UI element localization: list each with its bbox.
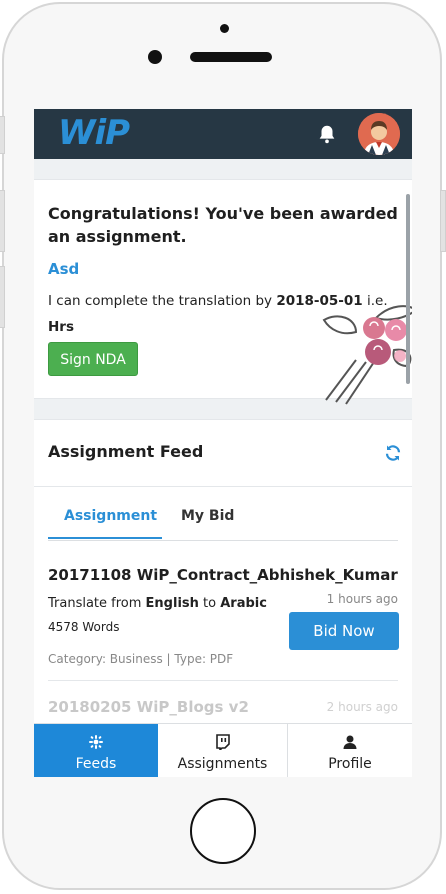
app-header: WiP: [34, 109, 412, 159]
profile-icon: [343, 735, 357, 749]
nav-profile-label: Profile: [328, 756, 372, 772]
power-button: [440, 190, 446, 252]
bottom-navigation: Feeds Assignments Profile: [34, 723, 412, 777]
feeds-icon: [89, 735, 103, 749]
translate-mid: to: [198, 596, 221, 611]
tab-assignment[interactable]: Assignment: [64, 508, 157, 524]
award-card: Congratulations! You've been awarded an …: [34, 179, 412, 405]
refresh-icon[interactable]: [384, 444, 402, 462]
top-camera: [220, 24, 229, 33]
nav-feeds[interactable]: Feeds: [34, 724, 158, 777]
nav-assignments-label: Assignments: [177, 756, 268, 772]
feed-item-title-2[interactable]: 20180205 WiP_Blogs v2: [48, 698, 249, 716]
feed-item-title[interactable]: 20171108 WiP_Contract_Abhishek_Kumar: [48, 566, 398, 584]
earpiece-speaker: [190, 52, 272, 62]
volume-down-button: [0, 266, 5, 328]
source-language: English: [145, 596, 199, 611]
feed-item-divider: [48, 680, 398, 681]
target-language: Arabic: [220, 596, 267, 611]
sign-nda-button[interactable]: Sign NDA: [48, 342, 138, 376]
volume-up-button: [0, 190, 5, 252]
feed-item-time-2: 2 hours ago: [326, 700, 398, 714]
bell-icon[interactable]: [316, 123, 338, 145]
flower-bouquet-icon: [322, 305, 412, 405]
avatar-portrait-icon: [358, 113, 400, 155]
main-content[interactable]: Congratulations! You've been awarded an …: [34, 159, 412, 723]
feed-item-time: 1 hours ago: [326, 592, 398, 606]
feed-item-meta: Category: Business | Type: PDF: [48, 652, 234, 666]
assignment-feed-card: Assignment Feed Assignment My Bid 201711…: [34, 419, 412, 723]
feed-item-languages: Translate from English to Arabic: [48, 596, 267, 611]
assignment-name-link[interactable]: Asd: [48, 260, 79, 278]
nav-assignments[interactable]: Assignments: [158, 724, 288, 777]
feed-item-word-count: 4578 Words: [48, 620, 120, 634]
desc-prefix: I can complete the translation by: [48, 293, 277, 309]
award-title: Congratulations! You've been awarded an …: [48, 204, 398, 246]
user-avatar[interactable]: [358, 113, 400, 155]
feed-title: Assignment Feed: [48, 442, 204, 461]
tab-my-bid[interactable]: My Bid: [181, 508, 234, 524]
card-scrollbar[interactable]: [406, 194, 410, 384]
desc-hrs: Hrs: [48, 319, 74, 335]
mute-switch: [0, 116, 5, 154]
home-button[interactable]: [190, 798, 256, 864]
translate-prefix: Translate from: [48, 596, 146, 611]
assignments-icon: [215, 734, 230, 750]
app-screen: WiP Congratulations! You've been awarded…: [34, 109, 412, 777]
front-camera: [148, 50, 162, 64]
feed-tabs: Assignment My Bid: [48, 498, 398, 541]
nav-feeds-label: Feeds: [75, 756, 117, 772]
nav-profile[interactable]: Profile: [288, 724, 412, 777]
active-tab-indicator: [48, 537, 162, 539]
bid-now-button[interactable]: Bid Now: [289, 612, 399, 650]
feed-header: Assignment Feed: [34, 420, 412, 487]
app-logo[interactable]: WiP: [58, 113, 130, 153]
